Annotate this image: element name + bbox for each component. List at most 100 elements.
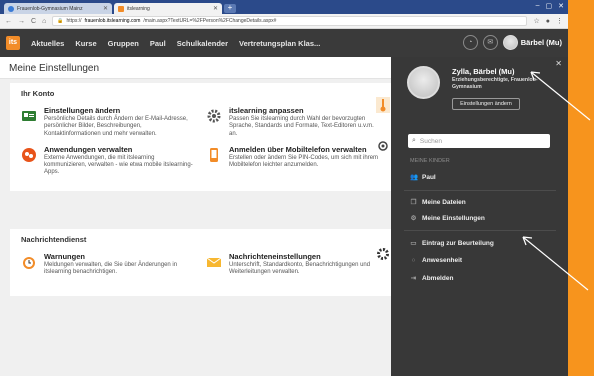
- new-tab-button[interactable]: +: [224, 4, 236, 13]
- tab-label: itslearning: [127, 5, 150, 12]
- section-nachrichtendienst: Nachrichtendienst Warnungen Meldungen ve…: [10, 229, 391, 296]
- panel-link-eintrag-beurteilung[interactable]: ▭ Eintrag zur Beurteilung: [410, 239, 494, 248]
- itslearning-logo[interactable]: its: [6, 36, 20, 50]
- section-meine-kinder: MEINE KINDER: [410, 158, 450, 164]
- item-einstellungen-aendern[interactable]: Einstellungen ändern Persönliche Details…: [21, 106, 194, 138]
- panel-link-abmelden[interactable]: ⇥ Abmelden: [410, 274, 454, 283]
- item-desc: Unterschrift, Standardkonto, Benachricht…: [229, 262, 371, 276]
- tab-label: Frauenlob-Gymnasium Mainz: [17, 5, 83, 12]
- link-label: Abmelden: [422, 274, 454, 282]
- user-menu[interactable]: Bärbel (Mu): [502, 35, 562, 50]
- window-controls: – ▢ ✕: [536, 2, 564, 10]
- reload-icon[interactable]: C: [31, 18, 36, 25]
- item-title[interactable]: Anwendungen verwalten: [44, 145, 194, 154]
- forward-icon[interactable]: →: [18, 18, 25, 25]
- itslearning-logo-icon: [118, 5, 124, 12]
- nav-vertretungsplan[interactable]: Vertretungsplan Klas...: [239, 39, 320, 48]
- link-label: Meine Dateien: [422, 198, 466, 206]
- panel-link-meine-einstellungen[interactable]: ⚙ Meine Einstellungen: [410, 214, 485, 223]
- page-title: Meine Einstellungen: [0, 57, 391, 79]
- close-window-icon[interactable]: ✕: [558, 2, 564, 10]
- clock-icon: ○: [411, 257, 416, 264]
- item-itslearning-anpassen[interactable]: itslearning anpassen Passen Sie itslearn…: [206, 106, 379, 138]
- main-content: Meine Einstellungen Ihr Konto Einstellun…: [0, 57, 391, 376]
- mobile-phone-icon: [210, 147, 218, 162]
- panel-user-role: Erziehungsberechtigte, Frauenlob-Gymnasi…: [452, 77, 538, 90]
- url-domain: frauenlob.itslearning.com: [84, 18, 141, 24]
- back-icon[interactable]: ←: [5, 18, 12, 25]
- link-label: Eintrag zur Beurteilung: [422, 239, 494, 247]
- partial-network-icon: [378, 141, 388, 151]
- panel-link-anwesenheit[interactable]: ○ Anwesenheit: [410, 257, 463, 264]
- menu-icon[interactable]: ⋮: [556, 17, 563, 25]
- close-tab-icon[interactable]: ✕: [103, 5, 108, 12]
- minimize-icon[interactable]: –: [536, 2, 540, 10]
- notifications-icon[interactable]: ◔: [462, 35, 478, 50]
- nav-kurse[interactable]: Kurse: [75, 39, 96, 48]
- nav-schulkalender[interactable]: Schulkalender: [177, 39, 228, 48]
- change-settings-button[interactable]: Einstellungen ändern: [452, 98, 520, 110]
- item-title[interactable]: Nachrichteneinstellungen: [229, 252, 379, 261]
- item-title[interactable]: itslearning anpassen: [229, 106, 379, 115]
- item-nachrichteneinstellungen[interactable]: Nachrichteneinstellungen Unterschrift, S…: [206, 252, 379, 277]
- appbar-right: ◔ ✉ Bärbel (Mu): [462, 35, 562, 50]
- link-label: Meine Einstellungen: [422, 214, 485, 222]
- panel-user-name: Zylla, Bärbel (Mu): [452, 67, 515, 76]
- address-bar: ← → C ⌂ 🔒 https:// frauenlob.itslearning…: [0, 14, 568, 29]
- partial-gear-icon: [377, 248, 389, 260]
- close-tab-icon[interactable]: ✕: [213, 5, 218, 12]
- search-placeholder: Suchen: [419, 137, 442, 145]
- browser-window: Frauenlob-Gymnasium Mainz ✕ itslearning …: [0, 0, 568, 376]
- item-desc: Persönliche Details durch Ändern der E-M…: [44, 116, 188, 137]
- avatar: [502, 35, 518, 50]
- avatar: [407, 66, 440, 99]
- globe-icon: [8, 5, 14, 12]
- nav-paul[interactable]: Paul: [150, 39, 166, 48]
- item-anwendungen-verwalten[interactable]: Anwendungen verwalten Externe Anwendunge…: [21, 145, 194, 177]
- item-warnungen[interactable]: Warnungen Meldungen verwalten, die Sie ü…: [21, 252, 194, 277]
- panel-link-meine-dateien[interactable]: ❐ Meine Dateien: [410, 198, 466, 207]
- browser-tab-frauenlob[interactable]: Frauenlob-Gymnasium Mainz ✕: [4, 3, 112, 14]
- link-label: Anwesenheit: [422, 257, 463, 264]
- item-desc: Externe Anwendungen, die mit itslearning…: [44, 154, 193, 176]
- star-icon[interactable]: ☆: [533, 17, 539, 25]
- envelope-icon: [206, 257, 222, 267]
- warning-clock-icon: [23, 257, 35, 269]
- messages-icon[interactable]: ✉: [482, 35, 498, 50]
- child-name: Paul: [422, 173, 436, 181]
- gear-icon: [207, 109, 221, 123]
- item-title[interactable]: Anmelden über Mobiltelefon verwalten: [229, 145, 379, 154]
- item-desc: Passen Sie itslearning durch Wahl der be…: [229, 116, 374, 137]
- settings-card-icon: [22, 111, 36, 121]
- maximize-icon[interactable]: ▢: [546, 2, 553, 10]
- section-ihr-konto: Ihr Konto Einstellungen ändern Persönlic…: [10, 83, 391, 191]
- folder-icon: ▭: [410, 240, 417, 247]
- url-path: /main.aspx?TextURL=%2FPerson%2FChangeDet…: [143, 18, 277, 24]
- close-panel-icon[interactable]: ✕: [555, 59, 562, 68]
- partial-tool-icon: [376, 97, 390, 113]
- panel-search-input[interactable]: ⌕ Suchen: [408, 134, 550, 148]
- files-icon: ❐: [410, 199, 417, 206]
- section-heading: Ihr Konto: [21, 89, 55, 98]
- url-prefix: https://: [66, 18, 82, 24]
- panel-child-paul[interactable]: 👥 Paul: [410, 173, 436, 182]
- browser-tab-itslearning[interactable]: itslearning ✕: [114, 3, 222, 14]
- item-title[interactable]: Einstellungen ändern: [44, 106, 194, 115]
- user-panel: ✕ Zylla, Bärbel (Mu) Erziehungsberechtig…: [391, 57, 568, 376]
- logout-icon: ⇥: [410, 275, 417, 282]
- nav-gruppen[interactable]: Gruppen: [108, 39, 139, 48]
- search-icon: ⌕: [412, 137, 416, 144]
- nav-aktuelles[interactable]: Aktuelles: [31, 39, 64, 48]
- browser-tabbar: Frauenlob-Gymnasium Mainz ✕ itslearning …: [0, 0, 568, 14]
- user-name: Bärbel (Mu): [520, 38, 562, 47]
- url-field[interactable]: 🔒 https:// frauenlob.itslearning.com /ma…: [52, 16, 528, 26]
- section-heading: Nachrichtendienst: [21, 235, 87, 244]
- app-navbar: its Aktuelles Kurse Gruppen Paul Schulka…: [0, 29, 568, 57]
- item-title[interactable]: Warnungen: [44, 252, 194, 261]
- item-mobiltelefon[interactable]: Anmelden über Mobiltelefon verwalten Ers…: [206, 145, 379, 177]
- people-icon: 👥: [410, 174, 419, 181]
- item-desc: Erstellen oder ändern Sie PIN-Codes, um …: [229, 154, 379, 169]
- account-icon[interactable]: ●: [546, 18, 550, 25]
- home-icon[interactable]: ⌂: [42, 18, 46, 25]
- divider: [404, 190, 556, 191]
